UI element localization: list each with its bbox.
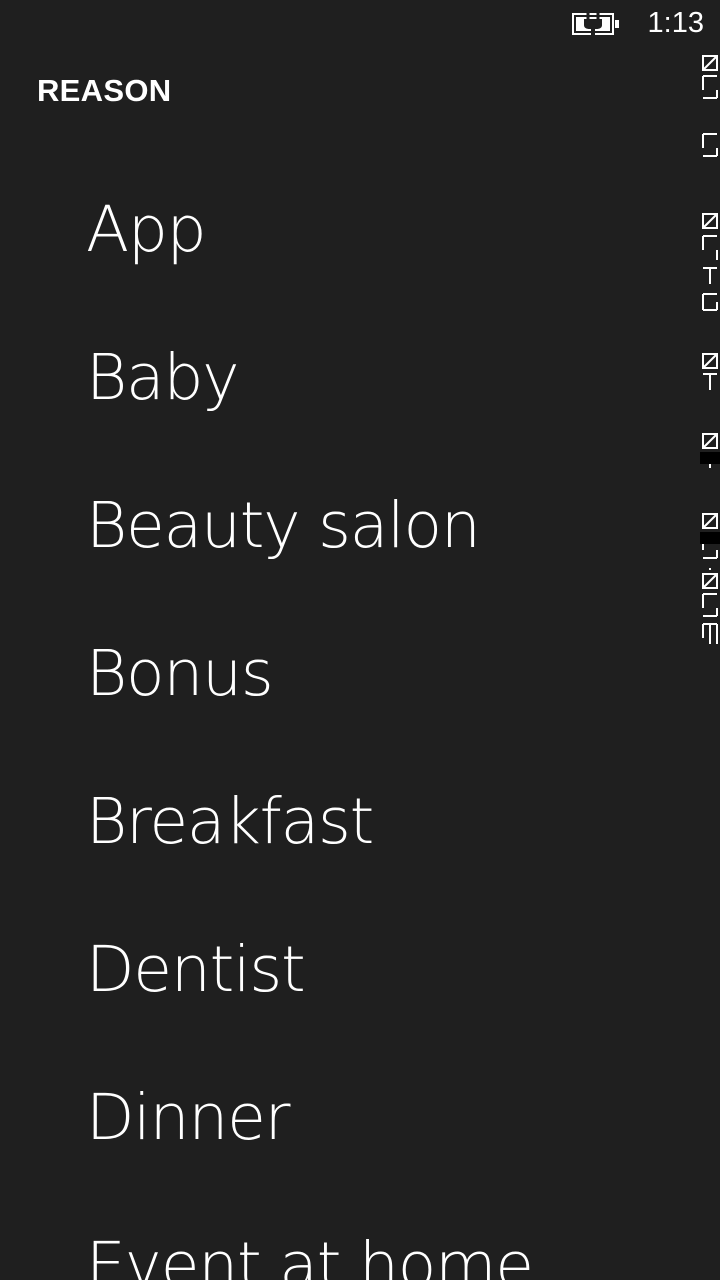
reason-label: Dentist: [86, 933, 306, 1006]
reason-item-dentist[interactable]: Dentist: [0, 930, 690, 1078]
reason-label: App: [86, 193, 207, 266]
reason-item-app[interactable]: App: [0, 190, 690, 338]
reason-item-dinner[interactable]: Dinner: [0, 1078, 690, 1226]
reason-label: Dinner: [86, 1081, 291, 1154]
reason-item-beauty-salon[interactable]: Beauty salon: [0, 486, 690, 634]
reason-label: Bonus: [86, 637, 274, 710]
reason-list[interactable]: App Baby Beauty salon Bonus Breakfast De…: [0, 0, 690, 1280]
reason-item-breakfast[interactable]: Breakfast: [0, 782, 690, 930]
reason-label: Baby: [86, 341, 240, 414]
reason-label: Breakfast: [86, 785, 374, 858]
reason-item-baby[interactable]: Baby: [0, 338, 690, 486]
reason-item-event-at-home[interactable]: Event at home: [0, 1226, 690, 1280]
reason-item-bonus[interactable]: Bonus: [0, 634, 690, 782]
reason-label: Beauty salon: [86, 489, 481, 562]
frame-rate-counter: [700, 55, 720, 644]
reason-label: Event at home: [86, 1229, 534, 1280]
